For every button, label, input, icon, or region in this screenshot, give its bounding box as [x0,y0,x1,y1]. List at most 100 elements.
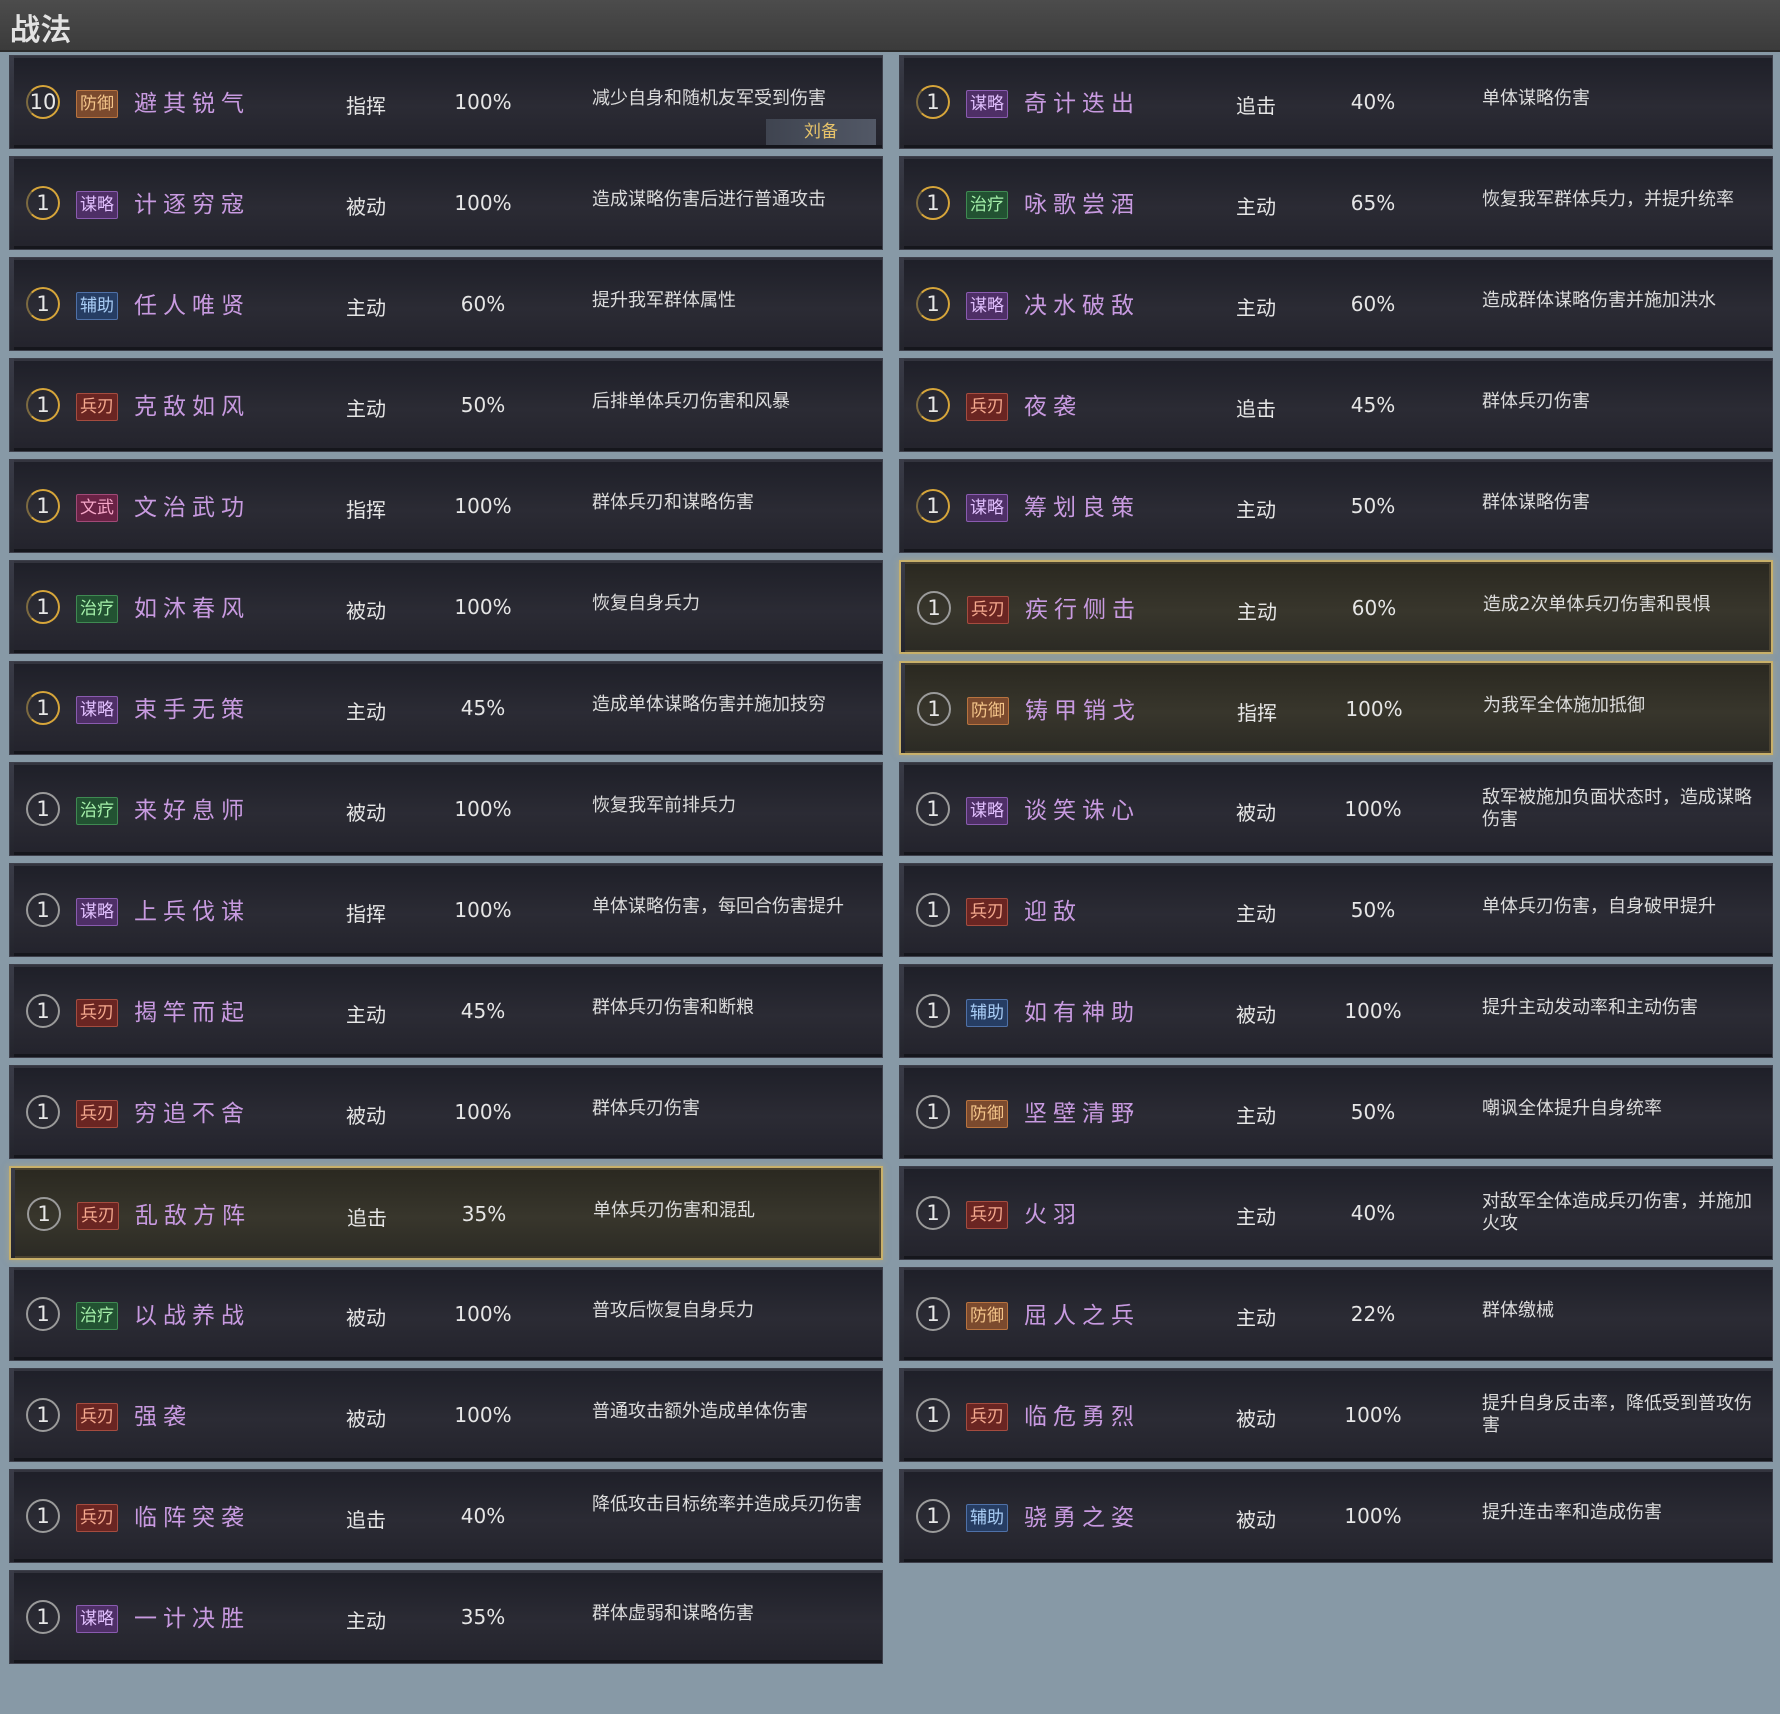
trigger-rate: 40% [1350,90,1396,114]
tactic-name: 筹划良策 [1024,495,1140,521]
level-ring-icon: 1 [916,1398,950,1432]
tactic-row[interactable]: 1 谋略 计逐穷寇 被动 100% 造成谋略伤害后进行普通攻击 [9,156,883,250]
tactic-row[interactable]: 1 兵刃 临危勇烈 被动 100% 提升自身反击率，降低受到普攻伤害 [899,1368,1773,1462]
tactic-name: 乱敌方阵 [135,1203,251,1229]
tactic-description: 群体兵刃伤害 [1482,391,1590,412]
tactic-description: 单体谋略伤害，每回合伤害提升 [592,896,844,917]
tactic-row[interactable]: 1 谋略 一计决胜 主动 35% 群体虚弱和谋略伤害 [9,1570,883,1664]
tactic-row[interactable]: 1 谋略 上兵伐谋 指挥 100% 单体谋略伤害，每回合伤害提升 [9,863,883,957]
tactic-row[interactable]: 1 兵刃 疾行侧击 主动 60% 造成2次单体兵刃伤害和畏惧 [899,560,1773,654]
category-badge: 兵刃 [76,393,118,421]
page-title: 战法 [10,13,72,48]
level-ring-icon: 1 [916,792,950,826]
category-badge: 治疗 [76,797,118,825]
tactic-type: 指挥 [1237,701,1277,725]
tactic-row[interactable]: 1 辅助 如有神助 被动 100% 提升主动发动率和主动伤害 [899,964,1773,1058]
tactic-row[interactable]: 1 治疗 咏歌尝酒 主动 65% 恢复我军群体兵力，并提升统率 [899,156,1773,250]
tactic-type: 主动 [1236,1104,1276,1128]
tactic-row[interactable]: 1 谋略 决水破敌 主动 60% 造成群体谋略伤害并施加洪水 [899,257,1773,351]
tactic-name: 克敌如风 [134,394,250,420]
tactic-type: 被动 [1236,1003,1276,1027]
tactic-row[interactable]: 1 兵刃 穷追不舍 被动 100% 群体兵刃伤害 [9,1065,883,1159]
tactic-description: 群体兵刃和谋略伤害 [592,492,754,513]
category-badge: 谋略 [76,696,118,724]
tactic-row[interactable]: 1 谋略 奇计迭出 追击 40% 单体谋略伤害 [899,55,1773,149]
tactic-row[interactable]: 1 谋略 谈笑诛心 被动 100% 敌军被施加负面状态时，造成谋略伤害 [899,762,1773,856]
trigger-rate: 100% [454,1302,512,1326]
tactic-row[interactable]: 1 兵刃 临阵突袭 追击 40% 降低攻击目标统率并造成兵刃伤害 [9,1469,883,1563]
tactic-description: 群体缴械 [1482,1300,1554,1321]
level-ring-icon: 1 [26,1297,60,1331]
tactic-row[interactable]: 1 兵刃 强袭 被动 100% 普通攻击额外造成单体伤害 [9,1368,883,1462]
trigger-rate: 100% [1344,797,1402,821]
tactic-row[interactable]: 1 辅助 任人唯贤 主动 60% 提升我军群体属性 [9,257,883,351]
tactic-description: 提升我军群体属性 [592,290,736,311]
tactic-row[interactable]: 1 治疗 来好息师 被动 100% 恢复我军前排兵力 [9,762,883,856]
tactic-row[interactable]: 1 兵刃 夜袭 追击 45% 群体兵刃伤害 [899,358,1773,452]
tactic-name: 束手无策 [134,697,250,723]
level-ring-icon: 1 [26,186,60,220]
trigger-rate: 100% [454,191,512,215]
tactic-name: 计逐穷寇 [134,192,250,218]
tactic-row[interactable]: 1 谋略 筹划良策 主动 50% 群体谋略伤害 [899,459,1773,553]
category-badge: 防御 [966,1100,1008,1128]
tactic-name: 夜袭 [1024,394,1082,420]
tactic-type: 主动 [346,296,386,320]
tactic-row[interactable]: 1 辅助 骁勇之姿 被动 100% 提升连击率和造成伤害 [899,1469,1773,1563]
tactic-type: 主动 [1236,1306,1276,1330]
tactic-type: 主动 [1237,600,1277,624]
category-badge: 文武 [76,494,118,522]
trigger-rate: 45% [460,999,506,1023]
tactic-name: 来好息师 [134,798,250,824]
tactic-name: 文治武功 [134,495,250,521]
owner-label: 刘备 [766,119,876,145]
tactic-name: 穷追不舍 [134,1101,250,1127]
tactic-type: 追击 [1236,94,1276,118]
category-badge: 防御 [967,697,1009,725]
tactic-type: 指挥 [346,498,386,522]
tactic-row[interactable]: 1 兵刃 迎敌 主动 50% 单体兵刃伤害，自身破甲提升 [899,863,1773,957]
tactic-row[interactable]: 1 兵刃 揭竿而起 主动 45% 群体兵刃伤害和断粮 [9,964,883,1058]
category-badge: 治疗 [76,595,118,623]
tactic-row[interactable]: 1 治疗 以战养战 被动 100% 普攻后恢复自身兵力 [9,1267,883,1361]
tactic-row[interactable]: 1 兵刃 火羽 主动 40% 对敌军全体造成兵刃伤害，并施加火攻 [899,1166,1773,1260]
tactic-description: 群体兵刃伤害和断粮 [592,997,754,1018]
level-ring-icon: 1 [26,1499,60,1533]
trigger-rate: 50% [1350,898,1396,922]
tactic-row[interactable]: 1 文武 文治武功 指挥 100% 群体兵刃和谋略伤害 [9,459,883,553]
tactic-description: 恢复自身兵力 [592,593,700,614]
tactic-name: 强袭 [134,1404,192,1430]
tactic-name: 如沐春风 [134,596,250,622]
tactic-row[interactable]: 1 兵刃 克敌如风 主动 50% 后排单体兵刃伤害和风暴 [9,358,883,452]
tactic-description: 造成群体谋略伤害并施加洪水 [1482,290,1716,311]
level-ring-icon: 1 [26,287,60,321]
tactic-row[interactable]: 1 防御 屈人之兵 主动 22% 群体缴械 [899,1267,1773,1361]
category-badge: 谋略 [966,797,1008,825]
level-ring-icon: 1 [26,792,60,826]
tactic-type: 指挥 [346,94,386,118]
trigger-rate: 100% [454,90,512,114]
tactic-description: 后排单体兵刃伤害和风暴 [592,391,790,412]
category-badge: 治疗 [76,1302,118,1330]
tactic-row[interactable]: 1 谋略 束手无策 主动 45% 造成单体谋略伤害并施加技穷 [9,661,883,755]
tactic-row[interactable]: 1 兵刃 乱敌方阵 追击 35% 单体兵刃伤害和混乱 [9,1166,883,1260]
tactic-row[interactable]: 1 防御 坚壁清野 主动 50% 嘲讽全体提升自身统率 [899,1065,1773,1159]
tactic-type: 主动 [346,1609,386,1633]
level-ring-icon: 1 [916,85,950,119]
tactic-description: 提升自身反击率，降低受到普攻伤害 [1482,1393,1752,1436]
tactic-row[interactable]: 1 治疗 如沐春风 被动 100% 恢复自身兵力 [9,560,883,654]
trigger-rate: 100% [1344,1403,1402,1427]
tactic-description: 普通攻击额外造成单体伤害 [592,1401,808,1422]
tactic-row[interactable]: 1 防御 铸甲销戈 指挥 100% 为我军全体施加抵御 [899,661,1773,755]
tactic-row[interactable]: 10 防御 避其锐气 指挥 100% 减少自身和随机友军受到伤害 刘备 [9,55,883,149]
tactic-description: 恢复我军群体兵力，并提升统率 [1482,189,1734,210]
category-badge: 谋略 [966,292,1008,320]
tactic-name: 屈人之兵 [1024,1303,1140,1329]
tactic-name: 任人唯贤 [134,293,250,319]
category-badge: 防御 [966,1302,1008,1330]
level-ring-icon: 1 [26,1600,60,1634]
tactic-type: 被动 [346,1407,386,1431]
tactic-type: 主动 [1236,498,1276,522]
tactic-description: 提升连击率和造成伤害 [1482,1502,1662,1523]
trigger-rate: 100% [1344,999,1402,1023]
